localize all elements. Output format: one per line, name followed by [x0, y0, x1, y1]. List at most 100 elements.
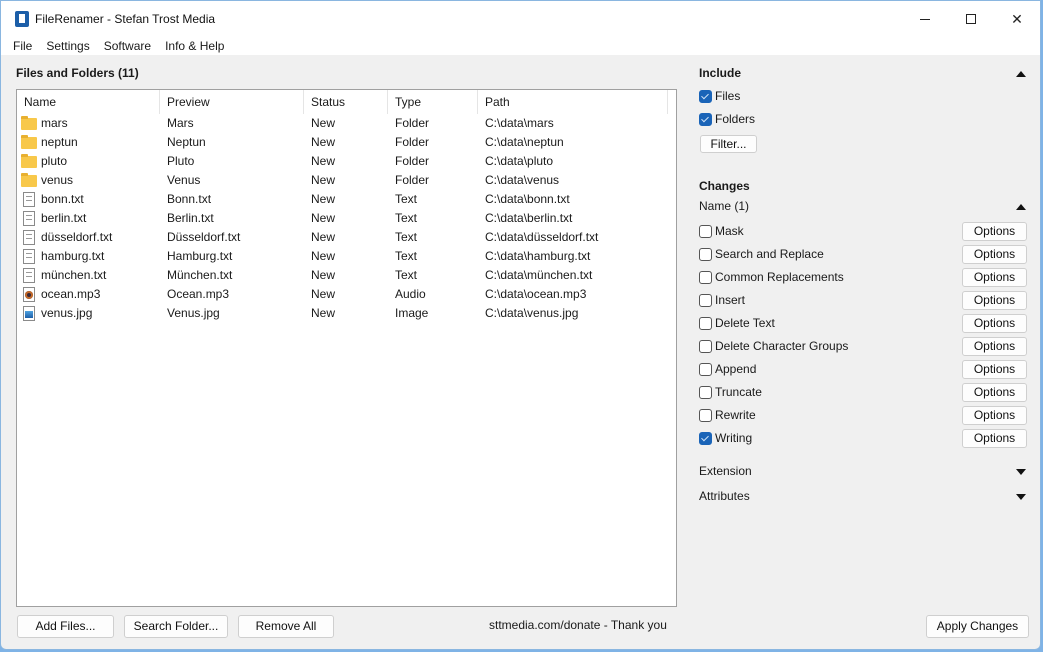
change-checkbox[interactable]: Delete Text	[699, 314, 775, 332]
change-checkbox[interactable]: Append	[699, 360, 756, 378]
add-files-button[interactable]: Add Files...	[17, 615, 114, 638]
file-row[interactable]: pluto Pluto New Folder C:\data\pluto	[17, 152, 676, 171]
checkbox-icon[interactable]	[699, 339, 712, 353]
options-button[interactable]: Options	[962, 383, 1027, 402]
file-row[interactable]: venus.jpg Venus.jpg New Image C:\data\venus.…	[17, 304, 676, 323]
menu-info-help[interactable]: Info & Help	[158, 37, 231, 55]
change-checkbox[interactable]: Common Replacements	[699, 268, 844, 286]
change-checkbox[interactable]: Mask	[699, 222, 744, 240]
change-label: Mask	[715, 224, 744, 238]
checkbox-icon[interactable]	[699, 270, 712, 284]
file-name: münchen.txt	[41, 268, 107, 282]
change-checkbox[interactable]: Rewrite	[699, 406, 756, 424]
change-checkbox[interactable]: Delete Character Groups	[699, 337, 848, 355]
file-path: C:\data\neptun	[485, 135, 564, 149]
file-path: C:\data\venus.jpg	[485, 306, 579, 320]
checkbox-icon[interactable]	[699, 431, 712, 445]
minimize-icon	[920, 18, 930, 20]
checkbox-icon[interactable]	[699, 112, 712, 126]
include-folders-checkbox[interactable]: Folders	[699, 110, 755, 128]
change-label: Common Replacements	[715, 270, 844, 284]
file-row[interactable]: berlin.txt Berlin.txt New Text C:\data\berli…	[17, 209, 676, 228]
extension-expand-icon[interactable]	[1016, 469, 1026, 475]
column-name[interactable]: Name	[17, 90, 160, 114]
files-panel-title: Files and Folders (11)	[16, 66, 139, 80]
search-folder-button[interactable]: Search Folder...	[124, 615, 228, 638]
checkbox-icon[interactable]	[699, 385, 712, 399]
name-group-collapse-icon[interactable]	[1016, 204, 1026, 210]
include-collapse-icon[interactable]	[1016, 71, 1026, 77]
file-preview: Mars	[167, 116, 194, 130]
column-status[interactable]: Status	[304, 90, 388, 114]
options-button[interactable]: Options	[962, 222, 1027, 241]
remove-all-button[interactable]: Remove All	[238, 615, 334, 638]
file-preview: Berlin.txt	[167, 211, 214, 225]
file-preview: Venus.jpg	[167, 306, 220, 320]
changes-title: Changes	[699, 179, 750, 193]
file-status: New	[311, 154, 336, 168]
file-type: Text	[395, 211, 418, 225]
text-icon	[23, 211, 35, 226]
options-button[interactable]: Options	[962, 360, 1027, 379]
menu-software[interactable]: Software	[97, 37, 158, 55]
column-path[interactable]: Path	[478, 90, 668, 114]
options-button[interactable]: Options	[962, 291, 1027, 310]
checkbox-icon[interactable]	[699, 362, 712, 376]
attributes-expand-icon[interactable]	[1016, 494, 1026, 500]
change-checkbox[interactable]: Truncate	[699, 383, 762, 401]
file-name: mars	[41, 116, 68, 130]
options-button[interactable]: Options	[962, 429, 1027, 448]
file-type: Folder	[395, 116, 430, 130]
file-name: neptun	[41, 135, 78, 149]
extension-group-label[interactable]: Extension	[699, 464, 752, 478]
file-row[interactable]: venus Venus New Folder C:\data\venus	[17, 171, 676, 190]
options-button[interactable]: Options	[962, 245, 1027, 264]
options-button[interactable]: Options	[962, 314, 1027, 333]
file-row[interactable]: mars Mars New Folder C:\data\mars	[17, 114, 676, 133]
options-button[interactable]: Options	[962, 406, 1027, 425]
file-name-cell: ocean.mp3	[17, 285, 160, 304]
file-type: Text	[395, 268, 418, 282]
file-row[interactable]: münchen.txt München.txt New Text C:\data\mün…	[17, 266, 676, 285]
options-button[interactable]: Options	[962, 337, 1027, 356]
checkbox-icon[interactable]	[699, 89, 712, 103]
checkbox-icon[interactable]	[699, 293, 712, 307]
change-checkbox[interactable]: Writing	[699, 429, 752, 447]
maximize-button[interactable]	[948, 1, 994, 37]
change-label: Rewrite	[715, 408, 756, 422]
file-type: Folder	[395, 173, 430, 187]
options-button[interactable]: Options	[962, 268, 1027, 287]
file-row[interactable]: hamburg.txt Hamburg.txt New Text C:\data\ham…	[17, 247, 676, 266]
file-name-cell: neptun	[17, 133, 160, 152]
attributes-group-label[interactable]: Attributes	[699, 489, 750, 503]
menu-file[interactable]: File	[1, 37, 39, 55]
column-preview[interactable]: Preview	[160, 90, 304, 114]
checkbox-icon[interactable]	[699, 247, 712, 261]
file-row[interactable]: bonn.txt Bonn.txt New Text C:\data\bonn.txt	[17, 190, 676, 209]
apply-changes-button[interactable]: Apply Changes	[926, 615, 1029, 638]
close-button[interactable]: ✕	[994, 1, 1040, 37]
column-type[interactable]: Type	[388, 90, 478, 114]
donate-text[interactable]: sttmedia.com/donate - Thank you	[489, 618, 667, 632]
window-title: FileRenamer - Stefan Trost Media	[35, 12, 216, 26]
change-label: Delete Character Groups	[715, 339, 849, 353]
name-group-label[interactable]: Name (1)	[699, 199, 749, 213]
file-name-cell: hamburg.txt	[17, 247, 160, 266]
file-row[interactable]: neptun Neptun New Folder C:\data\neptun	[17, 133, 676, 152]
change-checkbox[interactable]: Search and Replace	[699, 245, 824, 263]
checkbox-icon[interactable]	[699, 408, 712, 422]
file-list[interactable]: Name Preview Status Type Path mars Mars Ne…	[16, 89, 677, 607]
menu-settings[interactable]: Settings	[39, 37, 96, 55]
checkbox-icon[interactable]	[699, 316, 712, 330]
file-row[interactable]: düsseldorf.txt Düsseldorf.txt New Text C:\da…	[17, 228, 676, 247]
minimize-button[interactable]	[902, 1, 948, 37]
close-icon: ✕	[1011, 10, 1023, 27]
filter-button[interactable]: Filter...	[700, 135, 757, 153]
checkbox-icon[interactable]	[699, 224, 712, 238]
file-type: Image	[395, 306, 429, 320]
include-files-checkbox[interactable]: Files	[699, 87, 740, 105]
change-label: Append	[715, 362, 757, 376]
change-checkbox[interactable]: Insert	[699, 291, 745, 309]
file-row[interactable]: ocean.mp3 Ocean.mp3 New Audio C:\data\ocean.…	[17, 285, 676, 304]
file-name-cell: bonn.txt	[17, 190, 160, 209]
